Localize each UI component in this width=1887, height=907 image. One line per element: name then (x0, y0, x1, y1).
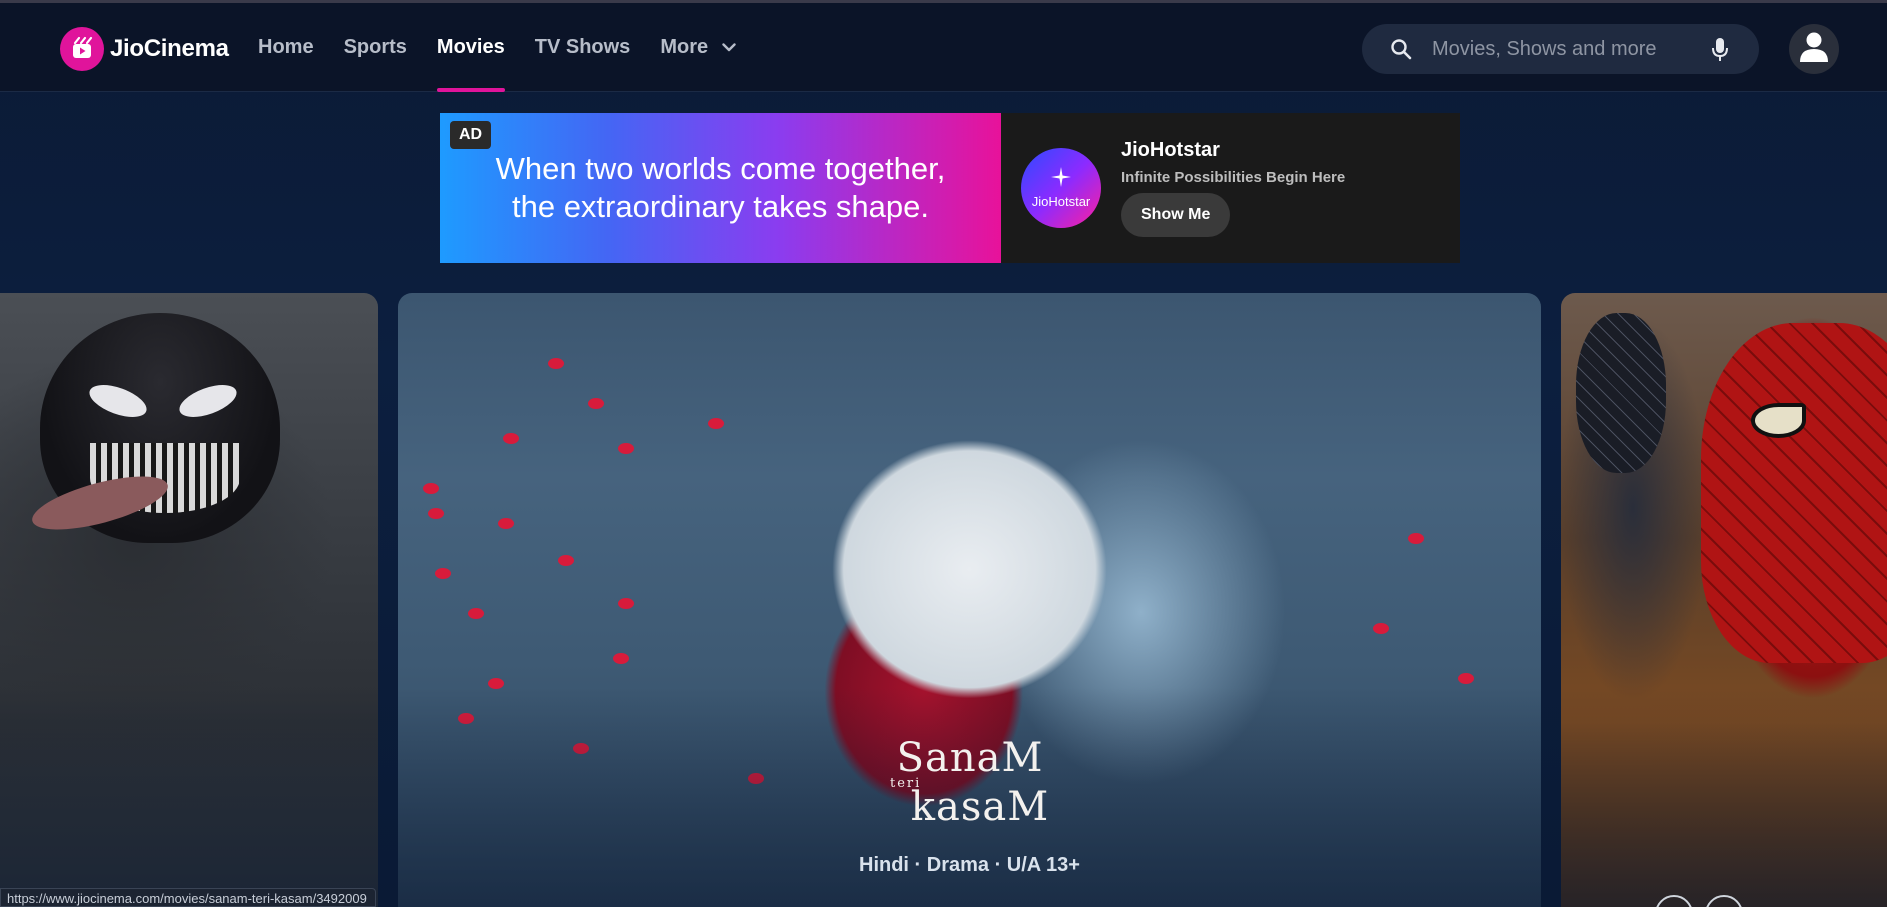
carousel-card-featured[interactable]: SanaM teri kasaM Hindi · Drama · U/A 13+ (398, 293, 1541, 907)
jiohotstar-star-icon (1051, 167, 1071, 192)
carousel-control-button[interactable] (1705, 895, 1743, 907)
ad-banner[interactable]: AD When two worlds come together, the ex… (440, 113, 1460, 263)
carousel-controls (1655, 895, 1755, 907)
ad-tagline: Infinite Possibilities Begin Here (1121, 169, 1346, 186)
carousel-card-next[interactable] (1561, 293, 1887, 907)
ad-headline: When two worlds come together, the extra… (495, 151, 946, 224)
movie-title-line-3: kasaM (910, 784, 1050, 830)
nav-item-tv-shows[interactable]: TV Shows (535, 3, 631, 92)
user-icon (1799, 31, 1829, 68)
ad-badge: AD (450, 121, 492, 149)
nav-item-sports[interactable]: Sports (344, 3, 407, 92)
nav-item-more[interactable]: More (660, 3, 736, 92)
nav-more-label: More (660, 36, 709, 58)
ad-creative[interactable]: AD When two worlds come together, the ex… (440, 113, 1001, 263)
show-me-button[interactable]: Show Me (1121, 193, 1231, 237)
search-input[interactable] (1432, 29, 1712, 69)
jiohotstar-logo: JioHotstar (1021, 148, 1101, 228)
nav-item-home[interactable]: Home (258, 3, 314, 92)
mic-icon[interactable] (1711, 37, 1729, 63)
profile-avatar[interactable] (1789, 24, 1839, 74)
movie-meta: Hindi · Drama · U/A 13+ (859, 854, 1080, 876)
ad-sponsor-panel: JioHotstar JioHotstar Infinite Possibili… (1001, 113, 1460, 263)
main-nav: Home Sports Movies TV Shows More (258, 3, 766, 92)
nav-item-movies[interactable]: Movies (436, 3, 505, 92)
search-bar[interactable] (1362, 24, 1759, 74)
card-gradient (1561, 687, 1887, 907)
card-gradient (0, 687, 378, 907)
carousel-control-button[interactable] (1655, 895, 1693, 907)
poster-art-detail (1751, 403, 1806, 438)
app-name: JioCinema (110, 35, 229, 62)
page: JioCinema Home Sports Movies TV Shows Mo… (0, 0, 1887, 907)
status-bar-url: https://www.jiocinema.com/movies/sanam-t… (0, 888, 376, 907)
top-navigation-bar: JioCinema Home Sports Movies TV Shows Mo… (0, 3, 1887, 92)
jiocinema-logo-icon (60, 27, 104, 71)
jiocinema-logo[interactable]: JioCinema (60, 27, 229, 71)
poster-art-black-suit (1576, 313, 1666, 473)
movie-title-line-1: SanaM (896, 735, 1044, 781)
poster-art-spiderman (1701, 323, 1887, 663)
chevron-down-icon (722, 43, 736, 52)
search-icon[interactable] (1390, 37, 1414, 61)
ad-brand-name: JioHotstar (1121, 139, 1220, 161)
movie-title-logo: SanaM teri kasaM (870, 735, 1070, 830)
carousel-card-previous[interactable] (0, 293, 378, 907)
jiohotstar-logo-text: JioHotstar (1031, 194, 1091, 209)
